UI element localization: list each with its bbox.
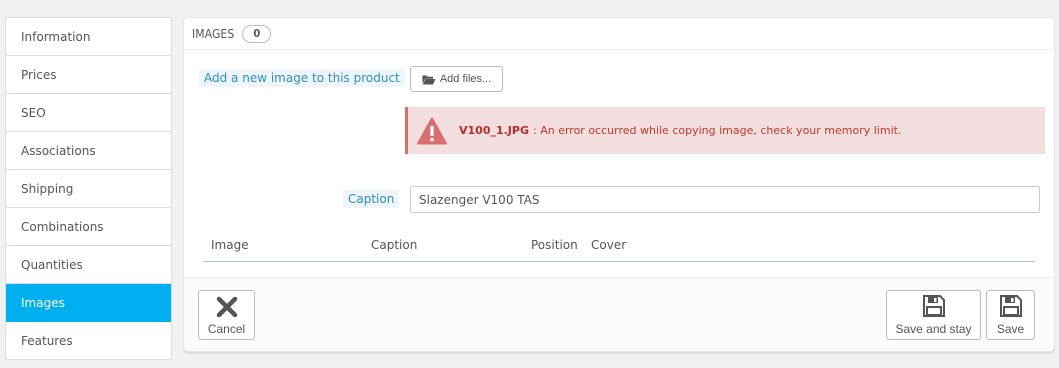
cancel-label: Cancel: [207, 322, 246, 336]
save-button[interactable]: Save: [986, 290, 1035, 340]
column-caption: Caption: [371, 238, 418, 252]
error-alert: V100_1.JPG : An error occurred while cop…: [405, 107, 1045, 154]
save-and-stay-label: Save and stay: [895, 322, 972, 336]
panel-footer: Cancel Save and stay Save: [184, 277, 1054, 351]
sidebar-item-combinations[interactable]: Combinations: [6, 208, 171, 246]
column-position: Position: [531, 238, 578, 252]
panel-heading: IMAGES 0: [184, 18, 1054, 50]
images-table-header: Image Caption Position Cover: [203, 234, 1035, 262]
cancel-button[interactable]: Cancel: [198, 290, 255, 340]
caption-label: Caption: [343, 190, 400, 208]
panel-title: IMAGES: [192, 26, 235, 41]
warning-icon: [417, 117, 447, 145]
sidebar-item-associations[interactable]: Associations: [6, 132, 171, 170]
product-tabs-sidebar: Information Prices SEO Associations Ship…: [5, 17, 172, 360]
add-image-label: Add a new image to this product: [199, 69, 405, 87]
folder-open-icon: [422, 74, 436, 85]
column-image: Image: [211, 238, 249, 252]
save-and-stay-button[interactable]: Save and stay: [886, 290, 981, 340]
sidebar-item-information[interactable]: Information: [6, 18, 171, 56]
floppy-disk-icon: [999, 294, 1023, 318]
sidebar-item-images[interactable]: Images: [6, 284, 171, 322]
column-cover: Cover: [591, 238, 627, 252]
save-label: Save: [996, 322, 1025, 336]
sidebar-item-features[interactable]: Features: [6, 322, 171, 360]
error-message: : An error occurred while copying image,…: [533, 124, 902, 137]
sidebar-item-shipping[interactable]: Shipping: [6, 170, 171, 208]
images-panel: IMAGES 0 Add a new image to this product…: [183, 17, 1055, 352]
close-icon: [216, 296, 238, 318]
add-files-label: Add files...: [439, 73, 492, 85]
caption-input[interactable]: [410, 186, 1040, 213]
sidebar-item-seo[interactable]: SEO: [6, 94, 171, 132]
add-files-button[interactable]: Add files...: [410, 66, 503, 92]
floppy-disk-icon: [922, 294, 946, 318]
sidebar-item-quantities[interactable]: Quantities: [6, 246, 171, 284]
error-filename: V100_1.JPG: [459, 124, 529, 137]
image-count-badge: 0: [242, 24, 272, 43]
sidebar-item-prices[interactable]: Prices: [6, 56, 171, 94]
